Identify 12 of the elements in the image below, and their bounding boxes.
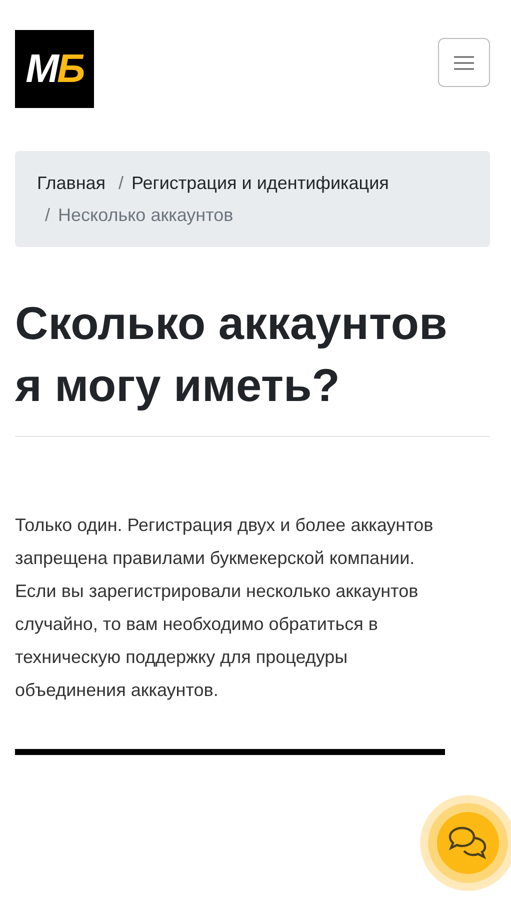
breadcrumb-current: Несколько аккаунтов [58,205,234,225]
logo[interactable]: MБ [15,30,94,108]
breadcrumb-link[interactable]: Главная [37,173,106,193]
breadcrumb-link[interactable]: Регистрация и идентификация [132,173,389,193]
menu-icon [454,56,474,70]
page-title: Сколько аккаунтов я могу иметь? [15,296,448,413]
answer-text: Только один. Регистрация двух и более аккаунтов запрещена правилами букмекерской компании. Если вы зарегистрировали несколько аккаунтов случайно, то вам необходимо обратиться в техническую поддержку для процедуры объединения аккаунтов. [15,514,434,702]
menu-button[interactable] [438,38,490,87]
breadcrumb-separator: / [44,205,52,225]
breadcrumb-separator: / [118,173,125,193]
chat-bubbles-icon [448,825,488,861]
chat-button[interactable] [437,812,499,874]
